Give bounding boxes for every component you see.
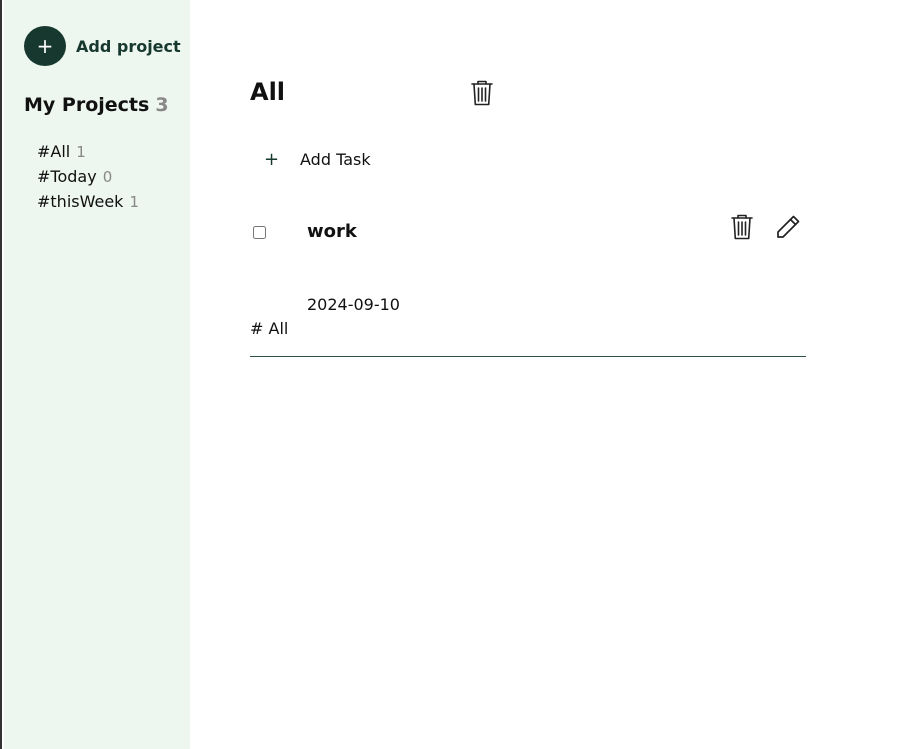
- sidebar-item-this-week[interactable]: #thisWeek 1: [37, 192, 139, 217]
- add-task-label: Add Task: [300, 150, 371, 169]
- trash-icon: [471, 80, 493, 106]
- projects-heading-label: My Projects: [24, 94, 150, 116]
- sidebar-item-all[interactable]: #All 1: [37, 142, 139, 167]
- plus-icon: +: [24, 26, 66, 66]
- task-title: work: [307, 221, 357, 242]
- plus-icon: +: [264, 149, 280, 170]
- add-project-label: Add project: [76, 36, 181, 56]
- task-delete-button[interactable]: [730, 213, 754, 241]
- projects-heading: My Projects 3: [24, 94, 169, 116]
- task-edit-button[interactable]: [774, 213, 802, 241]
- project-label: #All: [37, 142, 71, 161]
- sidebar: + Add project My Projects 3 #All 1 #Today 0…: [4, 0, 190, 749]
- project-count: 1: [76, 143, 86, 161]
- project-list: #All 1 #Today 0 #thisWeek 1: [37, 142, 139, 217]
- task-project-tag: # All: [250, 319, 289, 338]
- project-label: #Today: [37, 167, 97, 186]
- project-count: 1: [129, 193, 139, 211]
- pencil-icon: [777, 215, 800, 238]
- projects-count: 3: [155, 94, 169, 116]
- task-complete-checkbox[interactable]: [253, 226, 266, 239]
- project-label: #thisWeek: [37, 192, 124, 211]
- app-window: + Add project My Projects 3 #All 1 #Today 0…: [0, 0, 917, 749]
- add-project-button[interactable]: + Add project: [24, 26, 181, 66]
- page-title: All: [250, 78, 286, 106]
- task-divider: [250, 356, 806, 357]
- sidebar-item-today[interactable]: #Today 0: [37, 167, 139, 192]
- task-due-date: 2024-09-10: [307, 295, 400, 314]
- project-count: 0: [102, 168, 113, 186]
- delete-project-button[interactable]: [470, 79, 494, 107]
- trash-icon: [731, 214, 753, 240]
- add-task-button[interactable]: + Add Task: [264, 149, 371, 170]
